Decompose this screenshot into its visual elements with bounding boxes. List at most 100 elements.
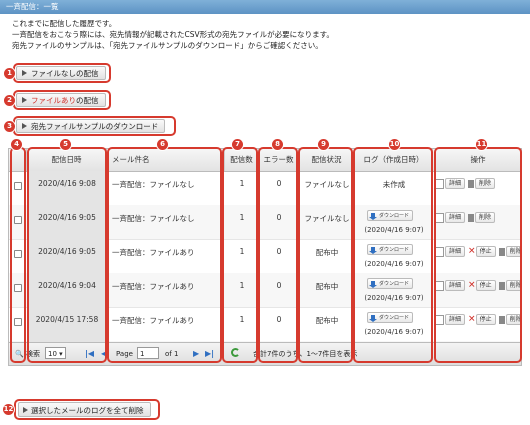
detail-button[interactable]: 詳細 <box>435 280 466 291</box>
page-size-select[interactable]: 10 ▾ <box>45 347 66 359</box>
download-label: ダウンロード <box>379 315 410 321</box>
intro-line-3: 宛先ファイルのサンプルは、「宛先ファイルサンプルのダウンロード」からご確認くださ… <box>12 41 323 50</box>
download-arrow-icon <box>369 213 377 220</box>
cell-mail: 一斉配信：ファイルあり <box>107 239 225 273</box>
cell-log: 未作成 <box>355 171 433 205</box>
row-operations: 詳細 ✕ 停止 削除 <box>435 314 521 325</box>
log-download-button[interactable]: ダウンロード <box>367 312 414 323</box>
document-icon <box>435 280 444 291</box>
download-label: ダウンロード <box>379 247 410 253</box>
delete-button[interactable]: 削除 <box>468 212 496 223</box>
cell-status-value: 配布中 <box>315 316 339 325</box>
cell-count: 1 <box>225 239 259 273</box>
detail-button[interactable]: 詳細 <box>435 178 466 189</box>
download-label: ダウンロード <box>379 213 410 219</box>
log-download-button[interactable]: ダウンロード <box>367 244 414 255</box>
row-checkbox[interactable] <box>14 182 22 190</box>
callout-marker: 6 <box>157 139 168 150</box>
cell-select <box>9 171 27 205</box>
header-status[interactable]: 配信状況 <box>299 149 355 171</box>
log-download-button[interactable]: ダウンロード <box>367 278 414 289</box>
table-row: 2020/4/16 9:08 一斉配信：ファイルなし 1 0 ファイルなし 未作成 詳細 削除 <box>9 171 521 206</box>
pager-bar: 🔍 検索 10 ▾ |◀ ◀ Page 1 of 1 ▶ ▶| 合計7件のうち、… <box>9 342 521 365</box>
header-mail-subject[interactable]: メール件名 <box>107 149 225 171</box>
send-with-file-button[interactable]: ファイルありの配信 <box>16 93 106 107</box>
cell-date-value: 2020/4/16 9:05 <box>38 247 96 256</box>
table-row: 2020/4/15 17:58 一斉配信：ファイルあり 1 0 配布中 ダウンロード (20… <box>9 307 521 342</box>
table-row: 2020/4/16 9:04 一斉配信：ファイルあり 1 0 配布中 ダウンロード (202… <box>9 273 521 308</box>
cell-log: ダウンロード (2020/4/16 9:07) <box>355 205 433 239</box>
trash-icon <box>498 281 505 290</box>
row-checkbox[interactable] <box>14 284 22 292</box>
cell-errors: 0 <box>259 307 299 341</box>
delivery-grid: 配信日時 メール件名 配信数 エラー数 配信状況 ログ（作成日時） 操作 202… <box>8 148 522 366</box>
trash-icon <box>498 315 505 324</box>
callout-marker: 5 <box>60 139 71 150</box>
cell-date-value: 2020/4/16 9:05 <box>38 213 96 222</box>
detail-button[interactable]: 詳細 <box>435 246 466 257</box>
row-checkbox[interactable] <box>14 318 22 326</box>
trash-icon <box>498 247 505 256</box>
document-icon <box>435 314 444 325</box>
delete-button[interactable]: 削除 <box>498 314 521 325</box>
cell-errors: 0 <box>259 205 299 239</box>
intro-line-2: 一斉配信をおこなう際には、宛先情報が記載されたCSV形式の宛先ファイルが必要にな… <box>12 30 334 39</box>
cell-mail: 一斉配信：ファイルなし <box>107 171 225 205</box>
next-page-icon[interactable]: ▶ <box>193 349 199 359</box>
cell-ops: 詳細 ✕ 停止 削除 <box>433 239 521 273</box>
cell-errors-value: 0 <box>276 213 282 222</box>
detail-label: 詳細 <box>445 314 466 325</box>
cell-ops: 詳細 ✕ 停止 削除 <box>433 307 521 341</box>
header-log[interactable]: ログ（作成日時） <box>355 149 433 171</box>
cell-mail-value: 一斉配信：ファイルあり <box>112 316 195 325</box>
table-row: 2020/4/16 9:05 一斉配信：ファイルなし 1 0 ファイルなし ダウンロード (… <box>9 205 521 240</box>
prev-page-icon[interactable]: ◀ <box>101 349 107 359</box>
callout-marker: 8 <box>272 139 283 150</box>
last-page-icon[interactable]: ▶| <box>205 349 214 359</box>
table-row: 2020/4/16 9:05 一斉配信：ファイルあり 1 0 配布中 ダウンロード (202… <box>9 239 521 274</box>
send-without-file-button[interactable]: ファイルなしの配信 <box>16 66 106 80</box>
cell-status: ファイルなし <box>299 205 355 239</box>
cell-select <box>9 205 27 239</box>
delete-selected-logs-button[interactable]: 選択したメールのログを全て削除 <box>18 402 151 417</box>
header-count[interactable]: 配信数 <box>225 149 259 171</box>
delete-label: 削除 <box>475 178 496 189</box>
delete-button[interactable]: 削除 <box>498 246 521 257</box>
delete-button[interactable]: 削除 <box>468 178 496 189</box>
cell-ops: 詳細削除 <box>433 205 521 239</box>
cell-mail-value: 一斉配信：ファイルなし <box>112 214 195 223</box>
detail-label: 詳細 <box>445 178 466 189</box>
refresh-icon[interactable] <box>231 348 240 357</box>
cell-log: ダウンロード (2020/4/16 9:07) <box>355 273 433 307</box>
stop-label: 停止 <box>475 280 496 291</box>
search-button[interactable]: 🔍 検索 <box>15 348 40 360</box>
delete-button[interactable]: 削除 <box>498 280 521 291</box>
header-date[interactable]: 配信日時 <box>27 149 107 171</box>
stop-button[interactable]: ✕ 停止 <box>468 280 496 291</box>
sample-download-button[interactable]: 宛先ファイルサンプルのダウンロード <box>16 119 166 133</box>
document-icon <box>435 178 444 189</box>
stop-button[interactable]: ✕ 停止 <box>468 246 496 257</box>
stop-label: 停止 <box>475 314 496 325</box>
cell-log: ダウンロード (2020/4/16 9:07) <box>355 239 433 273</box>
cell-date-value: 2020/4/16 9:08 <box>38 179 96 188</box>
callout-marker: 12 <box>3 404 14 415</box>
first-page-icon[interactable]: |◀ <box>85 349 94 359</box>
detail-button[interactable]: 詳細 <box>435 314 466 325</box>
stop-button[interactable]: ✕ 停止 <box>468 314 496 325</box>
delete-label: 削除 <box>505 246 521 257</box>
page-input[interactable]: 1 <box>137 347 159 359</box>
cell-errors: 0 <box>259 239 299 273</box>
header-errors[interactable]: エラー数 <box>259 149 299 171</box>
row-checkbox[interactable] <box>14 216 22 224</box>
callout-marker: 9 <box>318 139 329 150</box>
log-download-button[interactable]: ダウンロード <box>367 210 414 221</box>
log-status: 未作成 <box>382 180 406 189</box>
cell-date: 2020/4/16 9:05 <box>27 239 107 273</box>
play-icon <box>22 70 27 76</box>
stop-x-icon: ✕ <box>468 246 476 257</box>
detail-button[interactable]: 詳細 <box>435 212 466 223</box>
row-checkbox[interactable] <box>14 250 22 258</box>
page-label: Page <box>116 350 133 358</box>
page-total: of 1 <box>165 350 179 358</box>
